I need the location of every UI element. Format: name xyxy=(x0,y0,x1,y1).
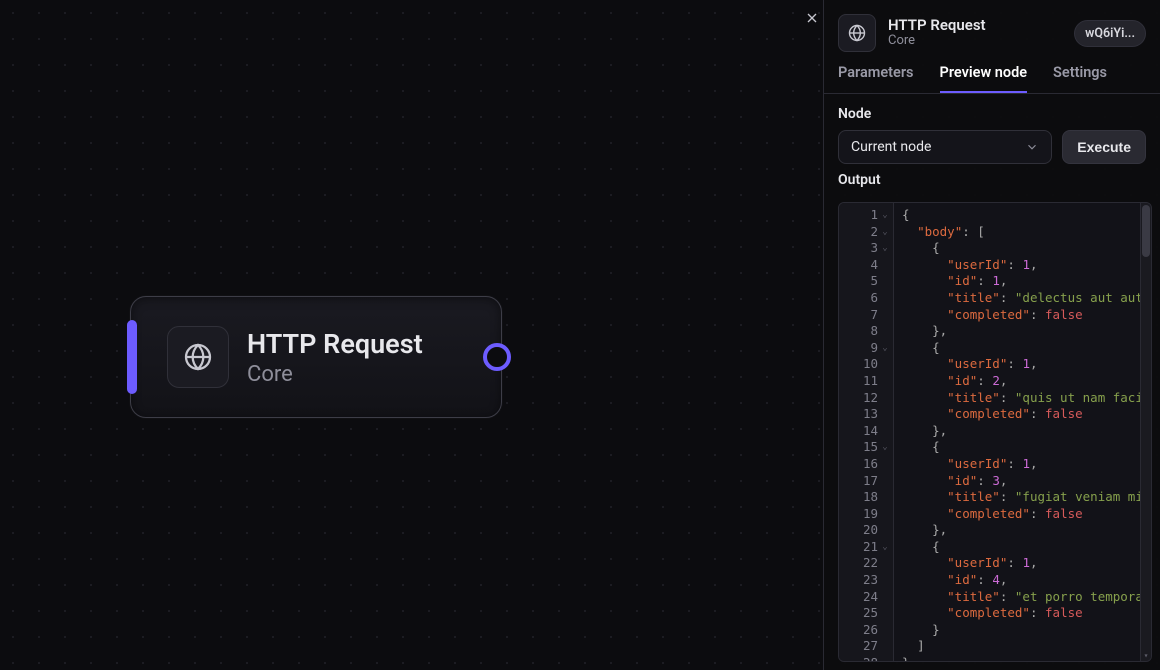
node-section: Node Current node Execute xyxy=(824,94,1160,164)
output-json-viewer[interactable]: 1⌄2⌄3⌄456789⌄101112131415⌄161718192021⌄2… xyxy=(838,202,1152,662)
side-panel: HTTP Request Core wQ6iYi... Parameters Pr… xyxy=(823,0,1160,670)
node-output-port[interactable] xyxy=(483,343,511,371)
output-label: Output xyxy=(838,172,1152,188)
node-select-value: Current node xyxy=(851,139,931,155)
panel-tabs: Parameters Preview node Settings xyxy=(824,52,1160,94)
panel-title: HTTP Request xyxy=(888,17,986,34)
globe-icon xyxy=(182,341,214,373)
execute-button[interactable]: Execute xyxy=(1062,130,1146,164)
node-title: HTTP Request xyxy=(247,328,423,360)
node-select[interactable]: Current node xyxy=(838,130,1052,164)
code-gutter: 1⌄2⌄3⌄456789⌄101112131415⌄161718192021⌄2… xyxy=(839,203,894,661)
close-icon xyxy=(804,10,820,26)
code-lines: { "body": [ { "userId": 1, "id": 1, "tit… xyxy=(894,203,1151,661)
tab-preview[interactable]: Preview node xyxy=(940,64,1028,93)
node-text: HTTP Request Core xyxy=(247,328,423,387)
scrollbar-vertical[interactable]: ▾ xyxy=(1140,203,1151,661)
node-icon-wrap xyxy=(167,326,229,388)
panel-subtitle: Core xyxy=(888,34,986,49)
node-accent xyxy=(127,320,137,394)
panel-header-text: HTTP Request Core xyxy=(888,17,986,49)
close-panel-button[interactable] xyxy=(800,6,824,30)
scrollbar-thumb[interactable] xyxy=(1142,205,1150,257)
node-card[interactable]: HTTP Request Core xyxy=(130,296,502,418)
node-subtitle: Core xyxy=(247,362,423,387)
output-section: Output 1⌄2⌄3⌄456789⌄101112131415⌄1617181… xyxy=(838,172,1152,662)
tab-settings[interactable]: Settings xyxy=(1053,64,1107,93)
tab-parameters[interactable]: Parameters xyxy=(838,64,914,93)
panel-header-icon xyxy=(838,14,876,52)
chevron-down-icon xyxy=(1025,140,1039,154)
node-section-label: Node xyxy=(838,106,1146,122)
node-select-row: Current node Execute xyxy=(838,130,1146,164)
scroll-down-icon[interactable]: ▾ xyxy=(1141,651,1151,661)
panel-header: HTTP Request Core wQ6iYi... xyxy=(824,0,1160,52)
id-badge[interactable]: wQ6iYi... xyxy=(1074,20,1146,47)
globe-icon xyxy=(847,23,867,43)
